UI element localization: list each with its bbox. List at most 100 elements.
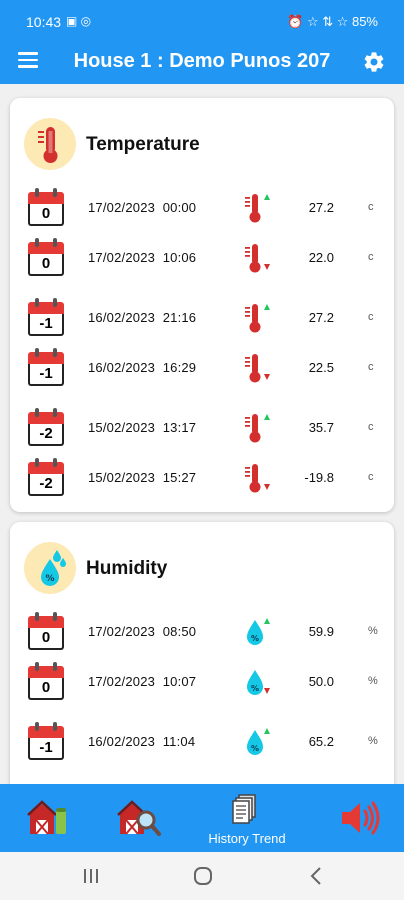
calendar-day-offset: -1 [39,365,53,382]
status-bar: 10:43 ▣ ◎ ⏰ ☆ ⇅ ☆ 85% [0,0,404,40]
reading-unit: c [368,471,374,483]
speaker-icon [342,801,380,835]
reading-unit: c [368,251,374,263]
reading-datetime: 17/02/2023 00:00 [88,200,196,215]
reading-datetime: 17/02/2023 10:07 [88,674,196,689]
reading-datetime: 15/02/2023 13:17 [88,420,196,435]
reading-value: 59.9 [308,624,334,639]
reading-datetime: 16/02/2023 11:04 [88,734,195,749]
reading-value: 65.2 [308,734,334,749]
reading-date: 17/02/2023 [88,200,156,215]
humidity-reading-row[interactable]: 0 17/02/2023 10:07% 50.0% [28,662,378,702]
calendar-day-offset: 0 [41,205,51,222]
nav-history-trend-label: History Trend [208,831,286,846]
reading-date: 15/02/2023 [88,470,156,485]
calendar-icon: -2 [28,408,64,446]
reading-time: 16:29 [162,360,197,375]
nav-sound[interactable] [318,784,404,852]
reading-date: 16/02/2023 [88,734,156,749]
reading-value: 22.5 [308,360,334,375]
home-icon[interactable] [188,864,218,888]
reading-datetime: 16/02/2023 16:29 [88,360,196,375]
recent-apps-icon[interactable] [76,864,106,888]
reading-value: 22.0 [308,250,334,265]
svg-text:%: % [45,574,54,584]
reading-value: 35.7 [308,420,334,435]
reading-time: 11:04 [162,734,196,749]
temperature-card: Temperature 0 17/02/2023 00:00 27.2 c 0 17/02… [10,98,394,512]
reading-date: 17/02/2023 [88,674,156,689]
calendar-day-offset: 0 [41,679,51,696]
calendar-icon: -1 [28,348,64,386]
reading-time: 10:07 [162,674,197,689]
calendar-icon: 0 [28,662,64,700]
reading-unit: c [368,311,374,323]
history-documents-icon [232,794,256,824]
reading-time: 15:27 [162,470,197,485]
temperature-reading-row[interactable]: -2 15/02/2023 13:17 35.7 c [28,408,378,448]
reading-time: 13:17 [162,420,197,435]
svg-text:%: % [251,634,259,643]
temperature-title: Temperature [86,134,200,155]
svg-text:%: % [251,744,259,753]
humidity-reading-row[interactable]: 0 17/02/2023 08:50% 59.9% [28,612,378,652]
app-bar: House 1 : Demo Punos 207 [0,40,404,84]
humidity-reading-row[interactable]: -1 16/02/2023 11:04% 65.2% [28,722,378,762]
thermometer-icon [24,118,76,170]
humidity-title: Humidity [86,558,168,579]
calendar-day-offset: 0 [41,255,51,272]
temperature-reading-row[interactable]: 0 17/02/2023 10:06 22.0 c [28,238,378,278]
reading-unit: % [368,625,378,637]
reading-date: 17/02/2023 [88,624,156,639]
reading-value: -19.8 [304,470,334,485]
reading-unit: c [368,201,374,213]
status-left-icons: ▣ ◎ [66,14,92,28]
bottom-navigation: History Trend [0,784,404,852]
reading-time: 00:00 [162,200,197,215]
reading-value: 27.2 [308,310,334,325]
reading-time: 10:06 [162,250,197,265]
reading-date: 16/02/2023 [88,310,156,325]
nav-barn[interactable] [2,784,92,852]
reading-unit: c [368,421,374,433]
reading-datetime: 15/02/2023 15:27 [88,470,196,485]
barn-search-icon [117,800,161,836]
calendar-day-offset: -1 [39,739,53,756]
reading-datetime: 16/02/2023 21:16 [88,310,196,325]
temperature-reading-row[interactable]: 0 17/02/2023 00:00 27.2 c [28,188,378,228]
reading-datetime: 17/02/2023 08:50 [88,624,196,639]
humidity-card: % Humidity 0 17/02/2023 08:50% 59.9% 0 17/02… [10,522,394,784]
reading-unit: % [368,735,378,747]
temperature-reading-row[interactable]: -1 16/02/2023 16:29 22.5 c [28,348,378,388]
reading-date: 17/02/2023 [88,250,156,265]
gear-icon[interactable] [362,50,386,74]
page-title: House 1 : Demo Punos 207 [73,50,331,72]
humidity-drops-icon: % [24,542,76,594]
reading-time: 21:16 [162,310,197,325]
status-right-indicators: ⏰ ☆ ⇅ ☆ 85% [287,14,378,29]
calendar-day-offset: -2 [39,425,53,442]
reading-unit: c [368,361,374,373]
temperature-reading-row[interactable]: -2 15/02/2023 15:27 -19.8 c [28,458,378,498]
reading-value: 27.2 [308,200,334,215]
reading-date: 15/02/2023 [88,420,156,435]
status-time: 10:43 [26,14,62,30]
nav-history-trend[interactable]: History Trend [202,784,292,852]
svg-text:%: % [251,684,259,693]
system-navigation-bar [0,852,404,900]
back-icon[interactable] [302,864,332,888]
reading-time: 08:50 [162,624,197,639]
reading-date: 16/02/2023 [88,360,156,375]
calendar-icon: -1 [28,298,64,336]
calendar-icon: 0 [28,238,64,276]
calendar-day-offset: 0 [41,629,51,646]
calendar-icon: 0 [28,188,64,226]
calendar-day-offset: -2 [39,475,53,492]
main-content[interactable]: Temperature 0 17/02/2023 00:00 27.2 c 0 17/02… [0,84,404,784]
barn-icon [27,800,66,835]
calendar-icon: 0 [28,612,64,650]
reading-unit: % [368,675,378,687]
calendar-day-offset: -1 [39,315,53,332]
nav-barn-search[interactable] [92,784,182,852]
temperature-reading-row[interactable]: -1 16/02/2023 21:16 27.2 c [28,298,378,338]
